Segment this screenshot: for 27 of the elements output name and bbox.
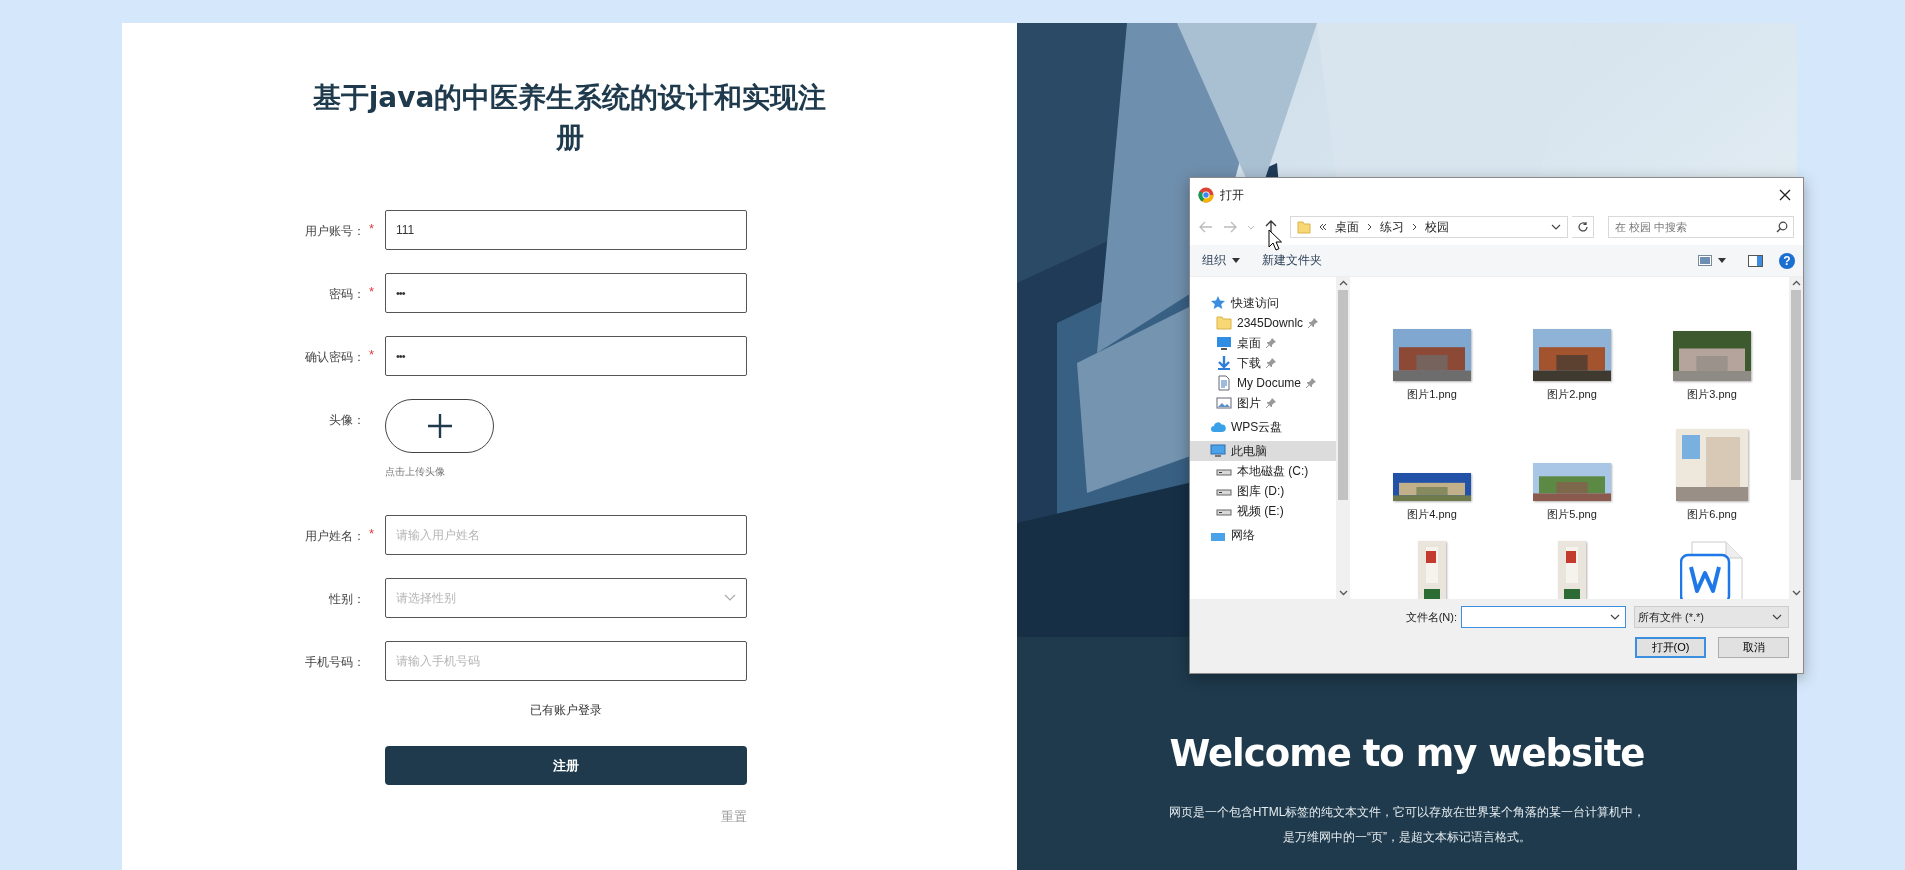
required-mark: * [369,284,375,299]
required-mark: * [369,526,375,541]
input-field[interactable]: 请输入用户姓名 [385,515,747,555]
upload-button[interactable] [385,399,494,453]
banner-text: 网页是一个包含HTML标签的纯文本文件，它可以存放在世界某个角落的某一台计算机中， 是万维网中的一“页”，是超文本标记语言格式。 [1168,804,1646,846]
field-label: 用户姓名： [305,529,365,543]
input-field[interactable]: 111 [385,210,747,250]
login-link[interactable]: 已有账户登录 [530,702,602,719]
input-field[interactable]: ••• [385,273,747,313]
upload-hint: 点击上传头像 [385,465,446,479]
register-button[interactable]: 注册 [385,746,747,785]
chevron-down-icon [724,594,736,602]
plus-icon [426,413,453,439]
form-title: 基于java的中医养生系统的设计和实现注册 [311,80,828,156]
input-field[interactable]: ••• [385,336,747,376]
open-button[interactable]: 打开(O) [1635,637,1706,658]
field-label: 性别： [329,592,365,606]
required-mark: * [369,221,375,236]
field-label: 用户账号： [305,224,365,238]
field-label: 密码： [329,287,365,301]
banner-heading: Welcome to my website [1169,731,1645,777]
field-label: 确认密码： [305,350,365,364]
field-label: 手机号码： [305,655,365,669]
field-label: 头像： [329,413,365,427]
input-field[interactable]: 请输入手机号码 [385,641,747,681]
required-mark: * [369,347,375,362]
cancel-button[interactable]: 取消 [1718,637,1789,658]
